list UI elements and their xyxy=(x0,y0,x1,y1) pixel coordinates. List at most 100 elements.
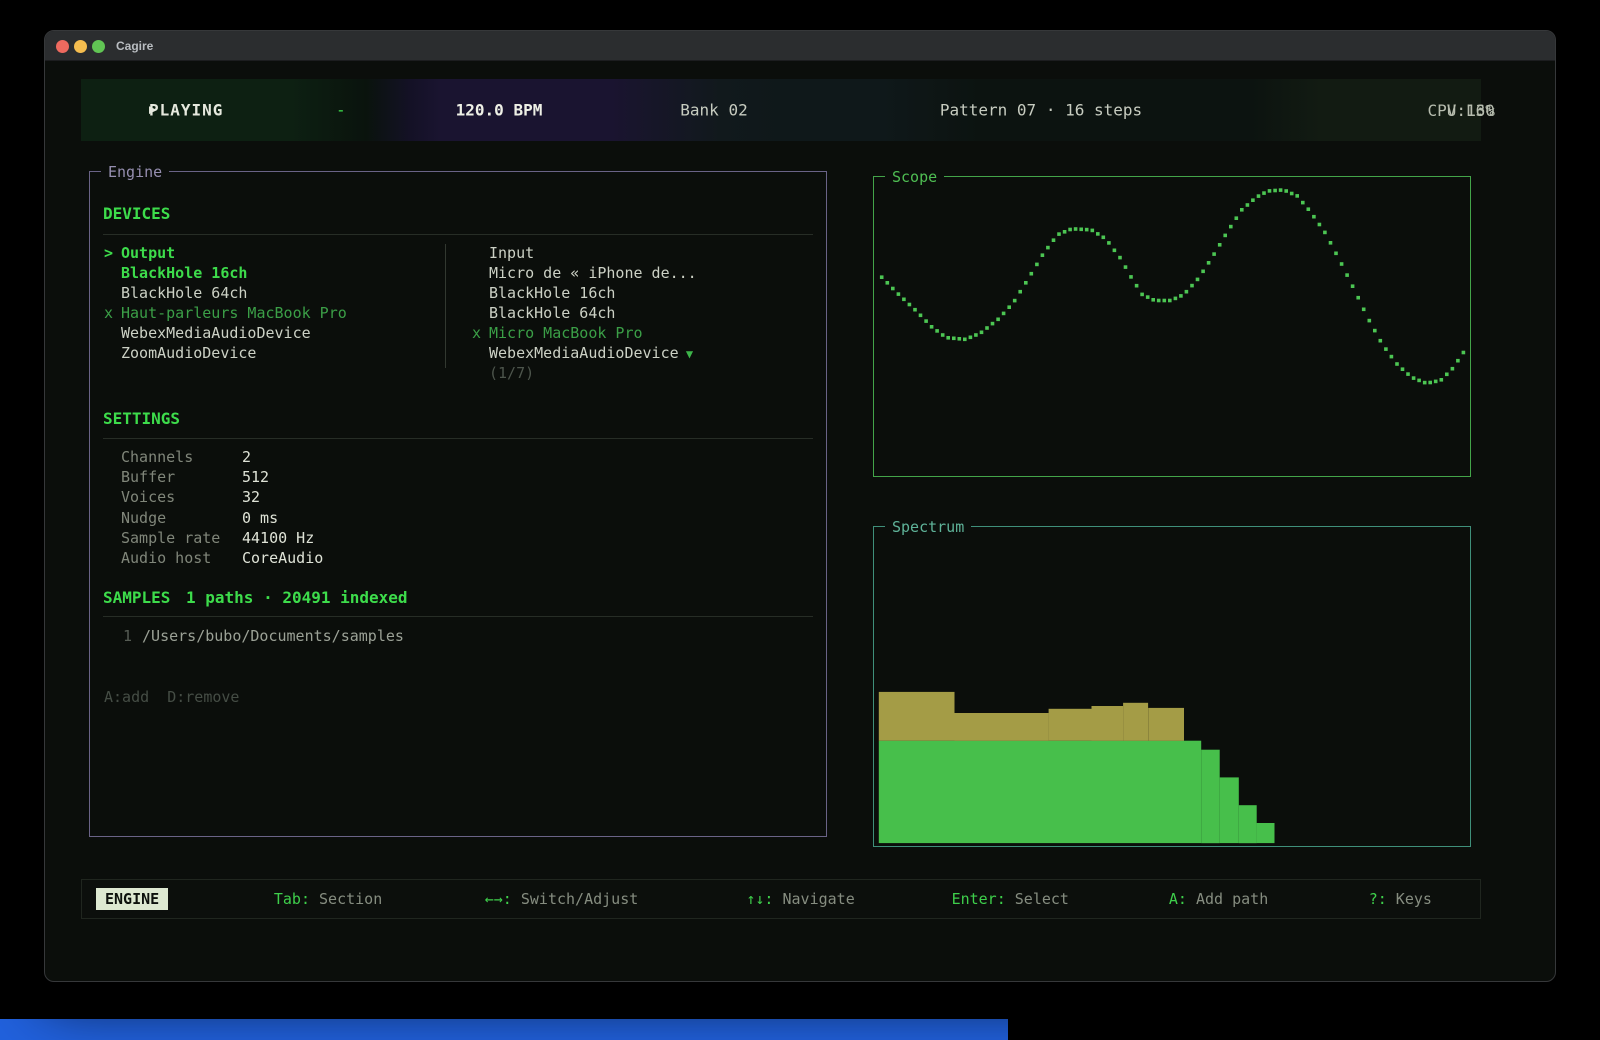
path-index: 1 xyxy=(123,627,132,645)
device-item[interactable]: BlackHole 16ch xyxy=(472,283,802,303)
hint-key: Tab: xyxy=(274,890,310,908)
device-name: WebexMediaAudioDevice xyxy=(489,344,679,362)
setting-label: Sample rate xyxy=(121,528,242,548)
device-item[interactable]: WebexMediaAudioDevice xyxy=(104,323,434,343)
hint-desc: Keys xyxy=(1387,890,1432,908)
device-item[interactable]: xHaut-parleurs MacBook Pro xyxy=(104,303,434,323)
input-column-header[interactable]: Input xyxy=(472,243,802,263)
mode-badge: ENGINE xyxy=(96,888,168,910)
key-hint: ?: Keys xyxy=(1369,890,1432,908)
device-item[interactable]: Micro de « iPhone de... xyxy=(472,263,802,283)
settings-row: Buffer512 xyxy=(121,467,323,487)
engine-panel-title: Engine xyxy=(101,162,169,182)
setting-value[interactable]: 44100 Hz xyxy=(242,529,314,547)
bpm-display[interactable]: 120.0 BPM xyxy=(456,101,543,120)
active-device-marker: x xyxy=(104,303,121,323)
devices-heading: DEVICES xyxy=(103,204,170,223)
spectrum-bars xyxy=(874,527,1470,846)
setting-label: Audio host xyxy=(121,548,242,568)
device-marker xyxy=(104,323,121,343)
scope-waveform xyxy=(874,177,1470,476)
device-item[interactable]: xMicro MacBook Pro xyxy=(472,323,802,343)
transport-bar: ▶PLAYING - 120.0 BPM Bank 02 Pattern 07 … xyxy=(81,79,1481,141)
input-pager: (1/7) xyxy=(472,363,802,383)
settings-row: Voices32 xyxy=(121,487,323,507)
key-hint: Enter: Select xyxy=(952,890,1069,908)
scope-panel: Scope xyxy=(873,176,1471,477)
path-text: /Users/bubo/Documents/samples xyxy=(142,627,404,645)
desktop: Cagire ▶PLAYING - 120.0 BPM Bank 02 Patt… xyxy=(0,0,1600,1040)
samples-keys-hint: A:add D:remove xyxy=(104,688,239,706)
device-marker xyxy=(472,343,489,363)
input-device-list: Input Micro de « iPhone de... BlackHole … xyxy=(472,243,802,383)
device-item[interactable]: BlackHole 64ch xyxy=(472,303,802,323)
samples-heading: SAMPLES xyxy=(103,588,170,607)
key-hint: ←→: Switch/Adjust xyxy=(485,890,639,908)
devices-separator xyxy=(103,234,813,235)
setting-value[interactable]: CoreAudio xyxy=(242,549,323,567)
hint-key: ←→: xyxy=(485,890,512,908)
device-name: Micro de « iPhone de... xyxy=(489,264,697,282)
window-title: Cagire xyxy=(116,39,153,53)
hint-desc: Section xyxy=(310,890,382,908)
setting-value[interactable]: 2 xyxy=(242,448,251,466)
device-item[interactable]: BlackHole 64ch xyxy=(104,283,434,303)
setting-label: Channels xyxy=(121,447,242,467)
cpu-meter: CPU 13% V:16 L:0 xyxy=(1427,101,1466,120)
zoom-button[interactable] xyxy=(92,40,105,53)
sample-path-row[interactable]: 1/Users/bubo/Documents/samples xyxy=(123,627,404,645)
minimize-button[interactable] xyxy=(74,40,87,53)
help-bar: ENGINE Tab: Section ←→: Switch/Adjust ↑↓: … xyxy=(81,879,1481,919)
setting-value[interactable]: 32 xyxy=(242,488,260,506)
selection-marker: > xyxy=(104,243,121,263)
device-marker xyxy=(472,283,489,303)
device-name: BlackHole 64ch xyxy=(121,284,247,302)
key-hint: A: Add path xyxy=(1169,890,1268,908)
setting-value[interactable]: 512 xyxy=(242,468,269,486)
bank-display[interactable]: Bank 02 xyxy=(680,101,747,120)
hint-desc: Select xyxy=(1006,890,1069,908)
device-name: ZoomAudioDevice xyxy=(121,344,256,362)
hint-key: Enter: xyxy=(952,890,1006,908)
engine-panel: Engine DEVICES >Output BlackHole 16ch Bl… xyxy=(89,171,827,837)
device-marker xyxy=(104,343,121,363)
transport-dash: - xyxy=(336,101,346,120)
hint-desc: Add path xyxy=(1187,890,1268,908)
more-items-icon: ▼ xyxy=(679,347,693,361)
background-window-strip xyxy=(0,1019,1008,1040)
samples-separator xyxy=(103,616,813,617)
device-marker xyxy=(472,263,489,283)
spectrum-panel: Spectrum xyxy=(873,526,1471,847)
setting-value[interactable]: 0 ms xyxy=(242,509,278,527)
device-name: Micro MacBook Pro xyxy=(489,324,643,342)
titlebar[interactable]: Cagire xyxy=(45,31,1555,61)
device-name: BlackHole 16ch xyxy=(121,264,247,282)
key-hint: ↑↓: Navigate xyxy=(746,890,854,908)
hint-key: A: xyxy=(1169,890,1187,908)
output-column-header[interactable]: >Output xyxy=(104,243,434,263)
device-item[interactable]: ZoomAudioDevice xyxy=(104,343,434,363)
output-device-list: >Output BlackHole 16ch BlackHole 64chxHa… xyxy=(104,243,434,363)
hint-desc: Navigate xyxy=(773,890,854,908)
setting-label: Nudge xyxy=(121,508,242,528)
device-marker xyxy=(104,263,121,283)
settings-separator xyxy=(103,438,813,439)
close-button[interactable] xyxy=(56,40,69,53)
samples-meta: 1 paths · 20491 indexed xyxy=(186,588,408,607)
setting-label: Voices xyxy=(121,487,242,507)
device-item[interactable]: WebexMediaAudioDevice ▼ xyxy=(472,343,802,363)
pattern-display[interactable]: Pattern 07 · 16 steps xyxy=(940,101,1142,120)
device-name: Haut-parleurs MacBook Pro xyxy=(121,304,347,322)
device-item[interactable]: BlackHole 16ch xyxy=(104,263,434,283)
hint-desc: Switch/Adjust xyxy=(512,890,638,908)
device-marker xyxy=(104,283,121,303)
settings-heading: SETTINGS xyxy=(103,409,180,428)
key-hint: Tab: Section xyxy=(274,890,382,908)
settings-row: Channels2 xyxy=(121,447,323,467)
settings-row: Nudge0 ms xyxy=(121,508,323,528)
app-window: Cagire ▶PLAYING - 120.0 BPM Bank 02 Patt… xyxy=(44,30,1556,982)
hint-key: ?: xyxy=(1369,890,1387,908)
settings-row: Sample rate44100 Hz xyxy=(121,528,323,548)
setting-label: Buffer xyxy=(121,467,242,487)
device-name: WebexMediaAudioDevice xyxy=(121,324,311,342)
